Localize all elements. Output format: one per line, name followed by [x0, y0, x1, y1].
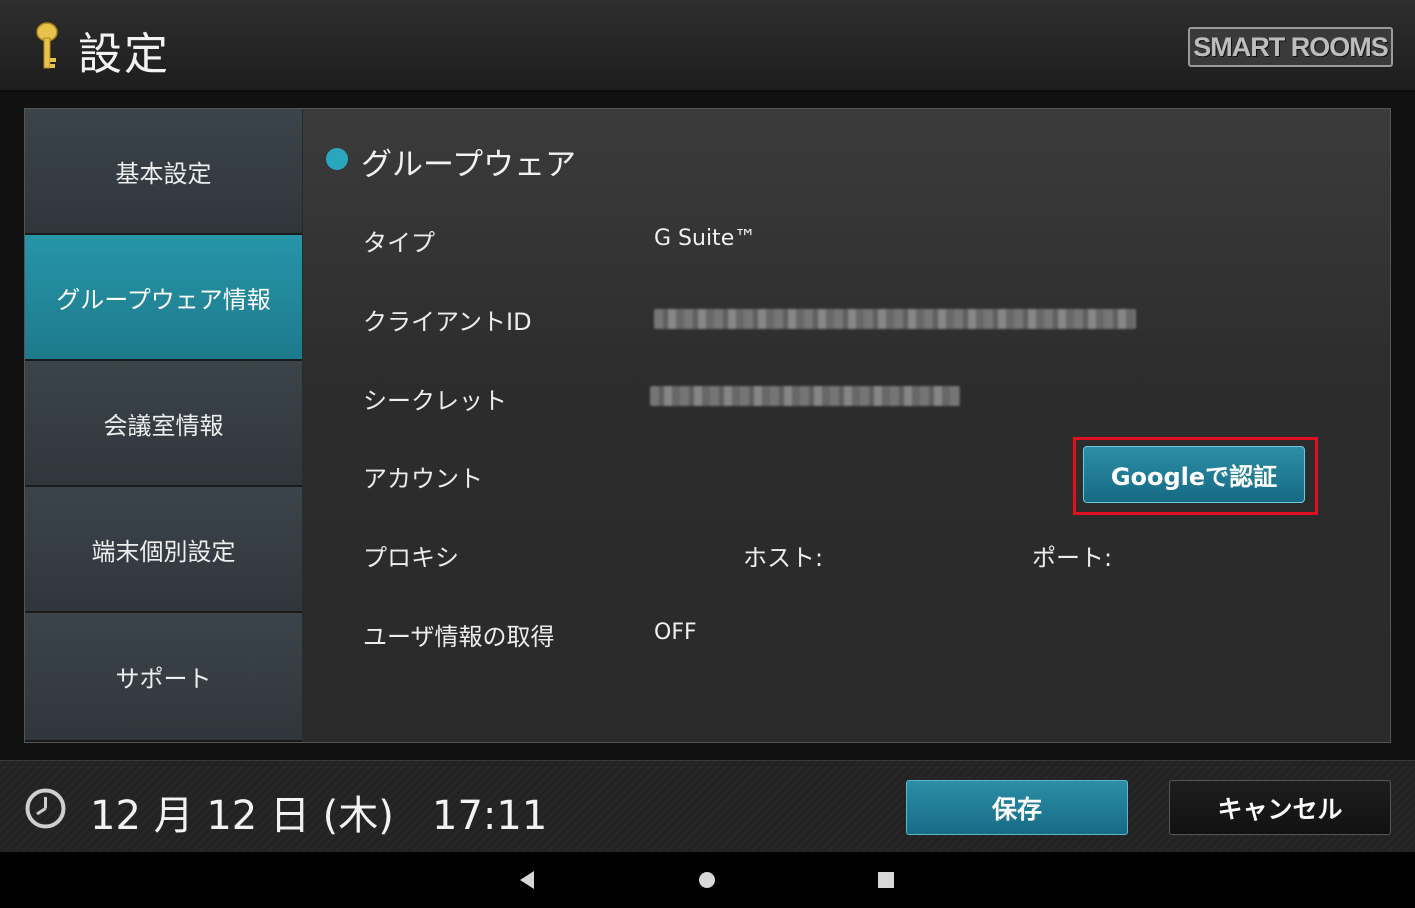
user-info-value[interactable]: OFF: [654, 620, 697, 645]
section-bullet-icon: [326, 148, 348, 170]
type-label: タイプ: [363, 229, 435, 257]
sidebar-item-basic-settings[interactable]: 基本設定: [25, 109, 302, 235]
sidebar-item-support[interactable]: サポート: [25, 613, 302, 742]
back-icon[interactable]: [516, 868, 540, 892]
sidebar-item-label: グループウェア情報: [56, 285, 271, 314]
current-datetime: 12 月 12 日 (木) 17:11: [90, 793, 548, 839]
settings-panel: 基本設定 グループウェア情報 会議室情報 端末個別設定 サポート グループウェア…: [24, 108, 1391, 743]
client-id-value-redacted: [654, 309, 1136, 329]
proxy-host-label: ホスト:: [743, 544, 824, 572]
brand-logo: SMART ROOMS: [1188, 27, 1393, 67]
type-value: G Suite™: [654, 226, 757, 251]
secret-value-redacted: [650, 386, 960, 406]
proxy-label: プロキシ: [363, 544, 459, 572]
recents-icon[interactable]: [874, 868, 898, 892]
system-nav-bar: [0, 852, 1415, 908]
account-label: アカウント: [363, 465, 483, 493]
sidebar-item-device-settings[interactable]: 端末個別設定: [25, 487, 302, 613]
groupware-content: グループウェア タイプ G Suite™ クライアントID シークレット アカウ…: [303, 109, 1390, 742]
page-title: 設定: [78, 29, 170, 80]
app-header: 設定 SMART ROOMS: [0, 0, 1415, 92]
sidebar-item-label: 基本設定: [115, 159, 212, 188]
footer-bar: 12 月 12 日 (木) 17:11 保存 キャンセル: [0, 760, 1415, 852]
sidebar-item-label: 端末個別設定: [91, 537, 236, 566]
sidebar-item-label: 会議室情報: [103, 411, 224, 440]
proxy-port-label: ポート:: [1032, 544, 1113, 572]
clock-icon: [25, 788, 66, 829]
key-icon: [36, 22, 58, 69]
client-id-label: クライアントID: [363, 308, 532, 336]
sidebar-item-groupware-info[interactable]: グループウェア情報: [25, 235, 302, 361]
home-icon[interactable]: [695, 868, 719, 892]
sidebar-item-label: サポート: [115, 665, 212, 693]
sidebar-item-room-info[interactable]: 会議室情報: [25, 361, 302, 487]
sidebar: 基本設定 グループウェア情報 会議室情報 端末個別設定 サポート: [25, 109, 302, 742]
save-button[interactable]: 保存: [906, 780, 1128, 835]
google-auth-button[interactable]: Googleで認証: [1083, 446, 1305, 503]
section-title: グループウェア: [361, 147, 577, 183]
cancel-button[interactable]: キャンセル: [1169, 780, 1391, 835]
secret-label: シークレット: [363, 387, 507, 415]
user-info-label: ユーザ情報の取得: [363, 623, 555, 651]
